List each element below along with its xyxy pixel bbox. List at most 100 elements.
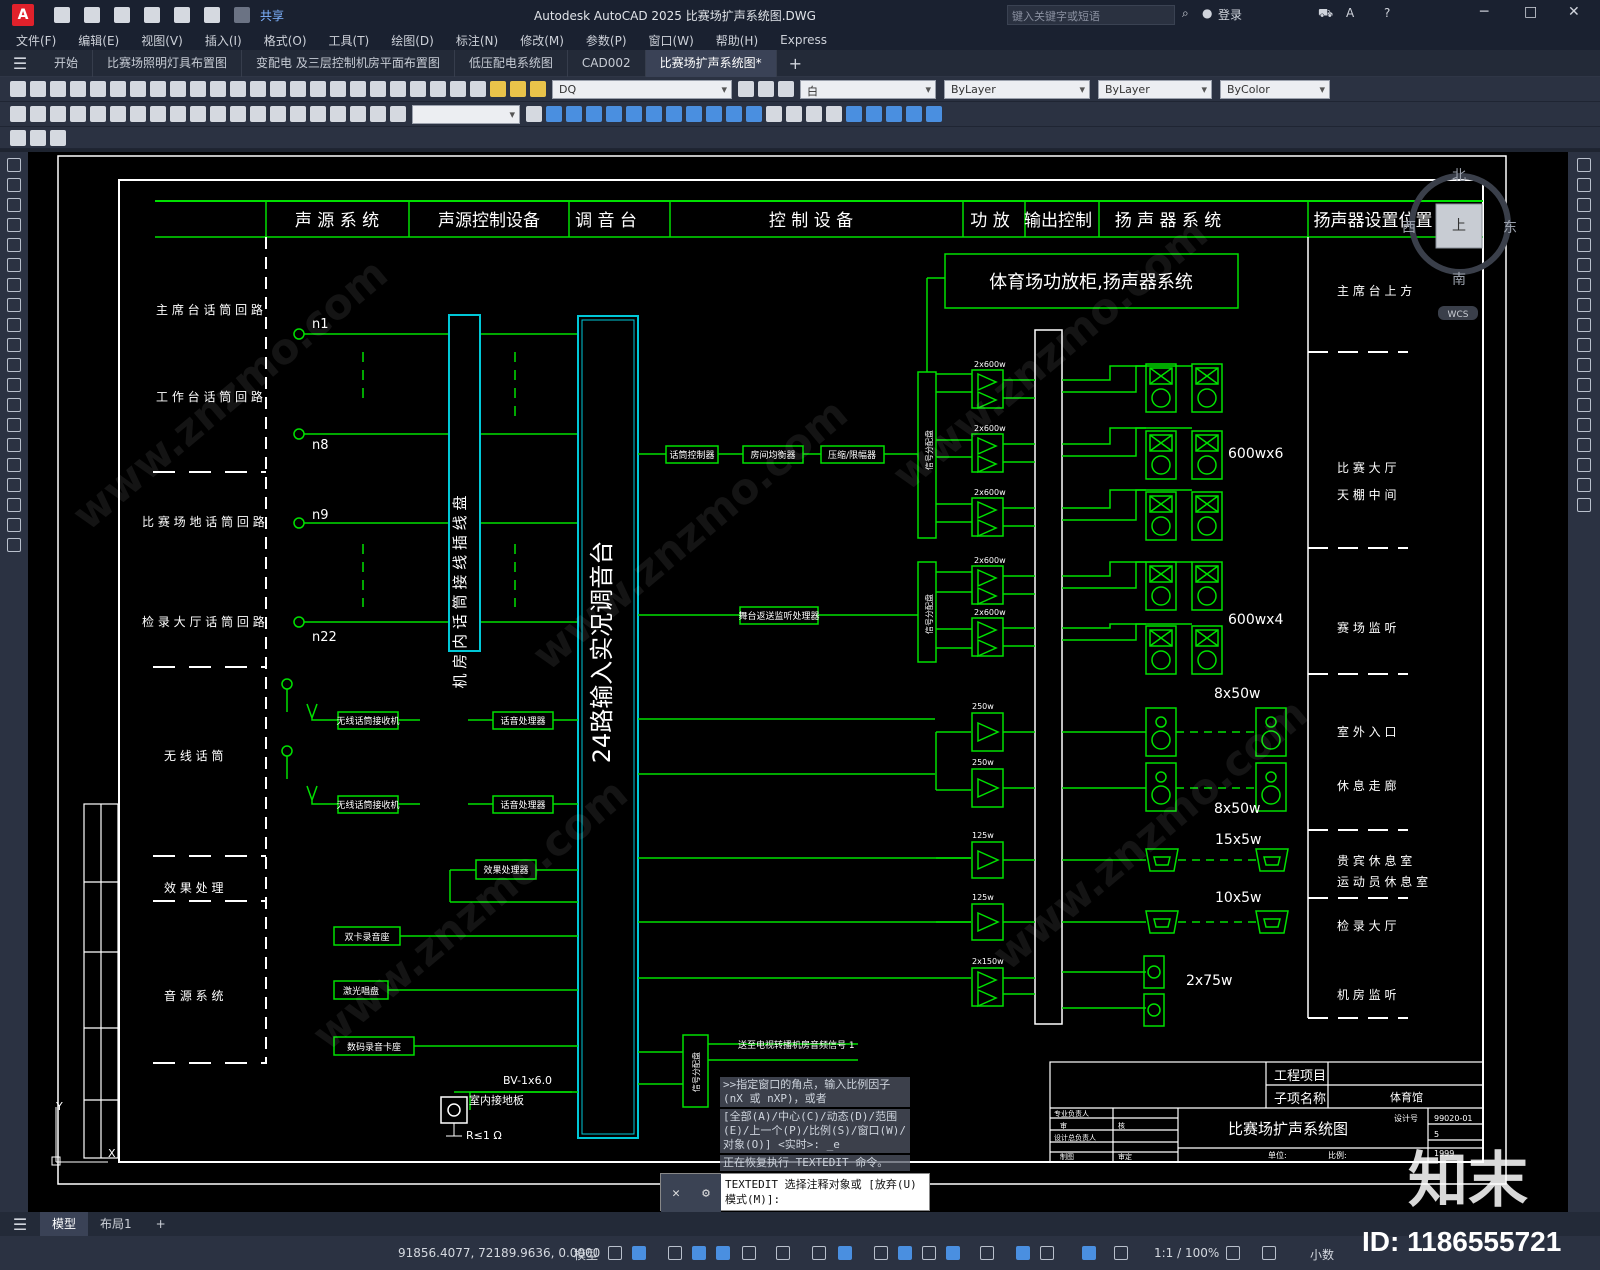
selection-filter-icon[interactable] <box>1016 1246 1030 1260</box>
move-icon[interactable] <box>1577 258 1591 272</box>
cut-icon[interactable] <box>130 81 146 97</box>
dim-break-icon[interactable] <box>250 106 266 122</box>
hatch-icon[interactable] <box>7 438 21 452</box>
ucs-icon[interactable] <box>846 106 862 122</box>
render-icon[interactable] <box>50 129 66 146</box>
copy-object-icon[interactable] <box>1577 178 1591 192</box>
point-icon[interactable] <box>7 418 21 432</box>
lineweight-select[interactable]: ByLayer <box>1098 79 1212 99</box>
copy-icon[interactable] <box>150 81 166 97</box>
ucs-face-icon[interactable] <box>906 106 922 122</box>
join-icon[interactable] <box>1577 418 1591 432</box>
transparency-icon[interactable] <box>898 1246 912 1260</box>
sheet-icon[interactable] <box>30 129 46 146</box>
layer-lock-icon[interactable] <box>530 81 546 97</box>
tab-substation-layout[interactable]: 变配电 及三层控制机房平面布置图 <box>242 49 455 77</box>
dim-text-edit-icon[interactable] <box>370 106 386 122</box>
tab-lighting-layout[interactable]: 比赛场照明灯具布置图 <box>93 49 243 77</box>
revcloud-icon[interactable] <box>7 298 21 312</box>
dim-edit-icon[interactable] <box>350 106 366 122</box>
plot-icon[interactable] <box>174 7 190 23</box>
preview-icon[interactable] <box>90 81 106 97</box>
view-top-icon[interactable] <box>566 106 582 122</box>
array-icon[interactable] <box>1577 238 1591 252</box>
view-nw-icon[interactable] <box>746 106 762 122</box>
ordinate-icon[interactable] <box>70 106 86 122</box>
object-snap-icon[interactable] <box>838 1246 852 1260</box>
design-center-icon[interactable] <box>350 81 366 97</box>
menu-help[interactable]: 帮助(H) <box>716 32 758 49</box>
dim-style-select[interactable] <box>412 104 520 124</box>
gizmo-icon[interactable] <box>1040 1246 1054 1260</box>
menu-file[interactable]: 文件(F) <box>16 32 56 49</box>
viewcube-east[interactable]: 东 <box>1503 220 1517 236</box>
layer-freeze-icon[interactable] <box>510 81 526 97</box>
trim-icon[interactable] <box>1577 338 1591 352</box>
user-icon[interactable]: ● <box>1202 6 1212 20</box>
autodesk-a-icon[interactable]: A <box>1346 6 1354 20</box>
open-icon[interactable] <box>30 81 46 97</box>
view-back-icon[interactable] <box>666 106 682 122</box>
workspace-icon[interactable] <box>10 129 26 146</box>
menu-window[interactable]: 窗口(W) <box>649 32 694 49</box>
auto-scale-icon[interactable] <box>1114 1246 1128 1260</box>
gradient-icon[interactable] <box>7 458 21 472</box>
hidden-icon[interactable] <box>806 106 822 122</box>
diameter-icon[interactable] <box>130 106 146 122</box>
zoom-window-icon[interactable] <box>290 81 306 97</box>
view-se-icon[interactable] <box>706 106 722 122</box>
search-input[interactable]: 键入关键字或短语 <box>1007 5 1175 25</box>
dim-update-icon[interactable] <box>390 106 406 122</box>
tab-model[interactable]: 模型 <box>40 1212 89 1236</box>
viewcube-south[interactable]: 南 <box>1452 272 1466 288</box>
tab-sound-system[interactable]: 比赛场扩声系统图* <box>645 49 777 77</box>
menu-insert[interactable]: 插入(I) <box>205 32 242 49</box>
layer-state-icon[interactable] <box>778 81 794 97</box>
polygon-icon[interactable] <box>7 218 21 232</box>
new-tab-button[interactable]: + <box>777 54 814 73</box>
cart-icon[interactable]: ⛟ <box>1318 6 1333 22</box>
close-command-icon[interactable]: ✕ <box>672 1186 680 1201</box>
menu-edit[interactable]: 编辑(E) <box>78 32 119 49</box>
linear-dim-icon[interactable] <box>10 106 26 122</box>
menu-format[interactable]: 格式(O) <box>264 32 307 49</box>
layer-previous-icon[interactable] <box>758 81 774 97</box>
layer-on-icon[interactable] <box>490 81 506 97</box>
undo-icon[interactable] <box>204 7 220 23</box>
viewcube-west[interactable]: 西 <box>1402 220 1416 236</box>
layer-select[interactable]: DQ <box>552 79 732 99</box>
mtext-icon[interactable] <box>7 518 21 532</box>
erase-icon[interactable] <box>1577 158 1591 172</box>
radius-icon[interactable] <box>90 106 106 122</box>
drawing-canvas[interactable]: 声 源 系 统 声源控制设备 调 音 台 控 制 设 备 功 放 输出控制 扬 … <box>28 152 1568 1212</box>
match-properties-icon[interactable] <box>190 81 206 97</box>
autocad-logo-icon[interactable]: A <box>12 4 34 26</box>
line-icon[interactable] <box>7 158 21 172</box>
tab-cad002[interactable]: CAD002 <box>568 49 646 77</box>
view-sw-icon[interactable] <box>686 106 702 122</box>
view-left-icon[interactable] <box>606 106 622 122</box>
paste-icon[interactable] <box>170 81 186 97</box>
region-icon[interactable] <box>7 478 21 492</box>
polar-icon[interactable] <box>742 1246 756 1260</box>
tab-low-voltage[interactable]: 低压配电系统图 <box>455 49 568 77</box>
redo-icon[interactable] <box>234 7 250 23</box>
arc-icon[interactable] <box>7 258 21 272</box>
properties-icon[interactable] <box>330 81 346 97</box>
markup-icon[interactable] <box>410 81 426 97</box>
insert-block-icon[interactable] <box>7 378 21 392</box>
polyline-icon[interactable] <box>7 198 21 212</box>
annotation-visibility-icon[interactable] <box>1082 1246 1096 1260</box>
ucs-previous-icon[interactable] <box>886 106 902 122</box>
quick-dim-icon[interactable] <box>170 106 186 122</box>
pan-icon[interactable] <box>250 81 266 97</box>
jogged-icon[interactable] <box>110 106 126 122</box>
view-front-icon[interactable] <box>646 106 662 122</box>
save-icon[interactable] <box>50 81 66 97</box>
make-block-icon[interactable] <box>7 398 21 412</box>
ortho-icon[interactable] <box>716 1246 730 1260</box>
customize-icon[interactable]: ⚙ <box>702 1186 710 1201</box>
aligned-dim-icon[interactable] <box>30 106 46 122</box>
print-icon[interactable] <box>70 81 86 97</box>
jogged-linear-icon[interactable] <box>330 106 346 122</box>
